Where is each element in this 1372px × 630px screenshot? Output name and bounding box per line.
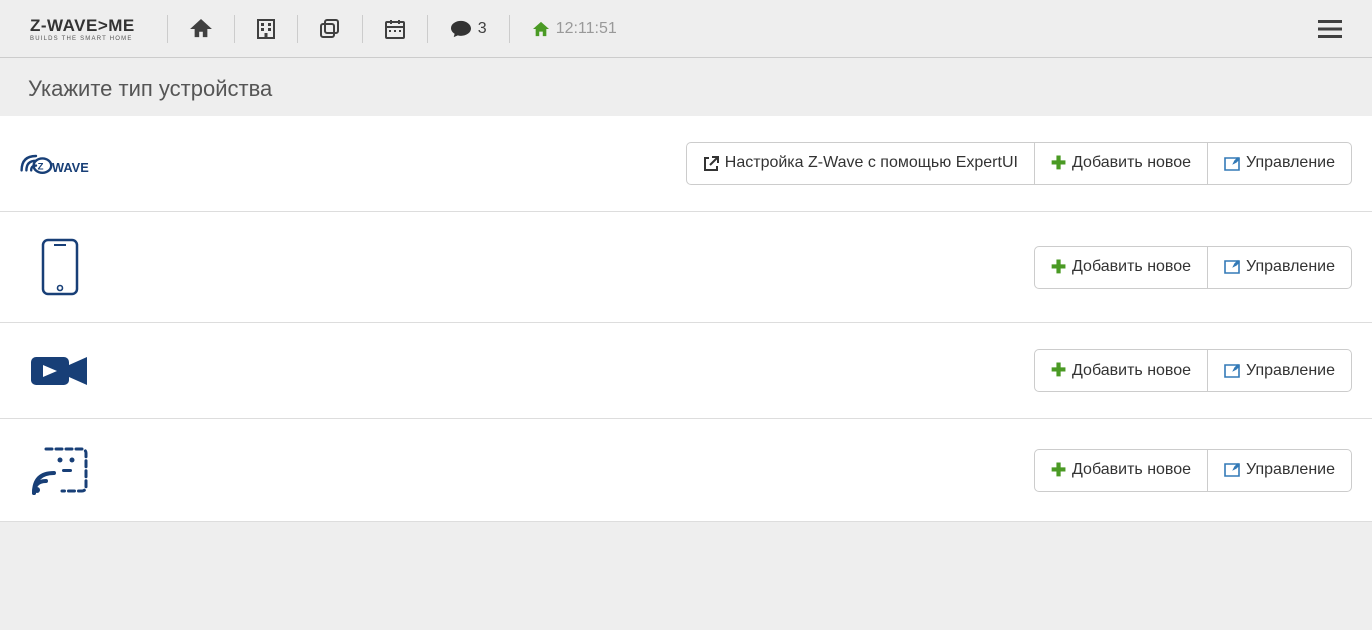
events-count: 3 — [478, 20, 487, 38]
svg-text:WAVE: WAVE — [52, 160, 89, 175]
plus-icon: ✚ — [1051, 255, 1066, 280]
svg-text:Z: Z — [38, 161, 44, 172]
add-button[interactable]: ✚ Добавить новое — [1034, 246, 1208, 289]
device-row-camera: ✚ Добавить новое Управление — [0, 323, 1372, 419]
plus-icon: ✚ — [1051, 358, 1066, 383]
external-link-icon — [703, 156, 719, 172]
logo-sub-text: BUILDS THE SMART HOME — [30, 36, 133, 42]
clock-nav: 12:11:51 — [532, 20, 617, 38]
add-label: Добавить новое — [1072, 152, 1191, 174]
house-small-icon — [532, 21, 550, 37]
divider — [427, 15, 428, 43]
device-row-mobile: ✚ Добавить новое Управление — [0, 212, 1372, 323]
comment-icon — [450, 19, 472, 39]
plus-icon: ✚ — [1051, 151, 1066, 176]
phone-icon — [20, 238, 100, 296]
cast-device-icon — [20, 445, 100, 495]
edit-icon — [1224, 462, 1240, 478]
divider — [167, 15, 168, 43]
camera-actions: ✚ Добавить новое Управление — [1035, 349, 1352, 392]
brand-logo[interactable]: Z-WAVE>ME BUILDS THE SMART HOME — [30, 16, 135, 42]
plus-icon: ✚ — [1051, 458, 1066, 483]
logo-main-text: Z-WAVE>ME — [30, 16, 135, 36]
add-button[interactable]: ✚ Добавить новое — [1034, 142, 1208, 185]
manage-label: Управление — [1246, 152, 1335, 174]
page-title: Укажите тип устройства — [0, 58, 1372, 116]
zwave-logo-icon: Z WAVE — [20, 146, 100, 182]
elements-icon[interactable] — [320, 19, 340, 39]
device-type-list: Z WAVE Настройка Z-Wave с помощью Expert… — [0, 116, 1372, 522]
manage-button[interactable]: Управление — [1207, 142, 1352, 185]
add-label: Добавить новое — [1072, 256, 1191, 278]
home-icon[interactable] — [190, 19, 212, 39]
divider — [362, 15, 363, 43]
manage-label: Управление — [1246, 256, 1335, 278]
manage-label: Управление — [1246, 459, 1335, 481]
menu-icon[interactable] — [1318, 19, 1342, 39]
device-row-zwave: Z WAVE Настройка Z-Wave с помощью Expert… — [0, 116, 1372, 212]
zwave-actions: Настройка Z-Wave с помощью ExpertUI ✚ До… — [687, 142, 1352, 185]
add-button[interactable]: ✚ Добавить новое — [1034, 449, 1208, 492]
camera-icon — [20, 351, 100, 391]
mobile-actions: ✚ Добавить новое Управление — [1035, 246, 1352, 289]
schedule-icon[interactable] — [385, 19, 405, 39]
expert-ui-label: Настройка Z-Wave с помощью ExpertUI — [725, 152, 1018, 174]
device-row-other: ✚ Добавить новое Управление — [0, 419, 1372, 522]
rooms-icon[interactable] — [257, 19, 275, 39]
expert-ui-button[interactable]: Настройка Z-Wave с помощью ExpertUI — [686, 142, 1035, 185]
topbar: Z-WAVE>ME BUILDS THE SMART HOME 3 12:11:… — [0, 0, 1372, 58]
divider — [297, 15, 298, 43]
add-label: Добавить новое — [1072, 459, 1191, 481]
add-button[interactable]: ✚ Добавить новое — [1034, 349, 1208, 392]
other-actions: ✚ Добавить новое Управление — [1035, 449, 1352, 492]
edit-icon — [1224, 363, 1240, 379]
clock-time: 12:11:51 — [556, 20, 617, 38]
divider — [509, 15, 510, 43]
add-label: Добавить новое — [1072, 360, 1191, 382]
manage-button[interactable]: Управление — [1207, 349, 1352, 392]
edit-icon — [1224, 259, 1240, 275]
edit-icon — [1224, 156, 1240, 172]
manage-button[interactable]: Управление — [1207, 449, 1352, 492]
manage-label: Управление — [1246, 360, 1335, 382]
manage-button[interactable]: Управление — [1207, 246, 1352, 289]
divider — [234, 15, 235, 43]
events-nav[interactable]: 3 — [450, 19, 487, 39]
